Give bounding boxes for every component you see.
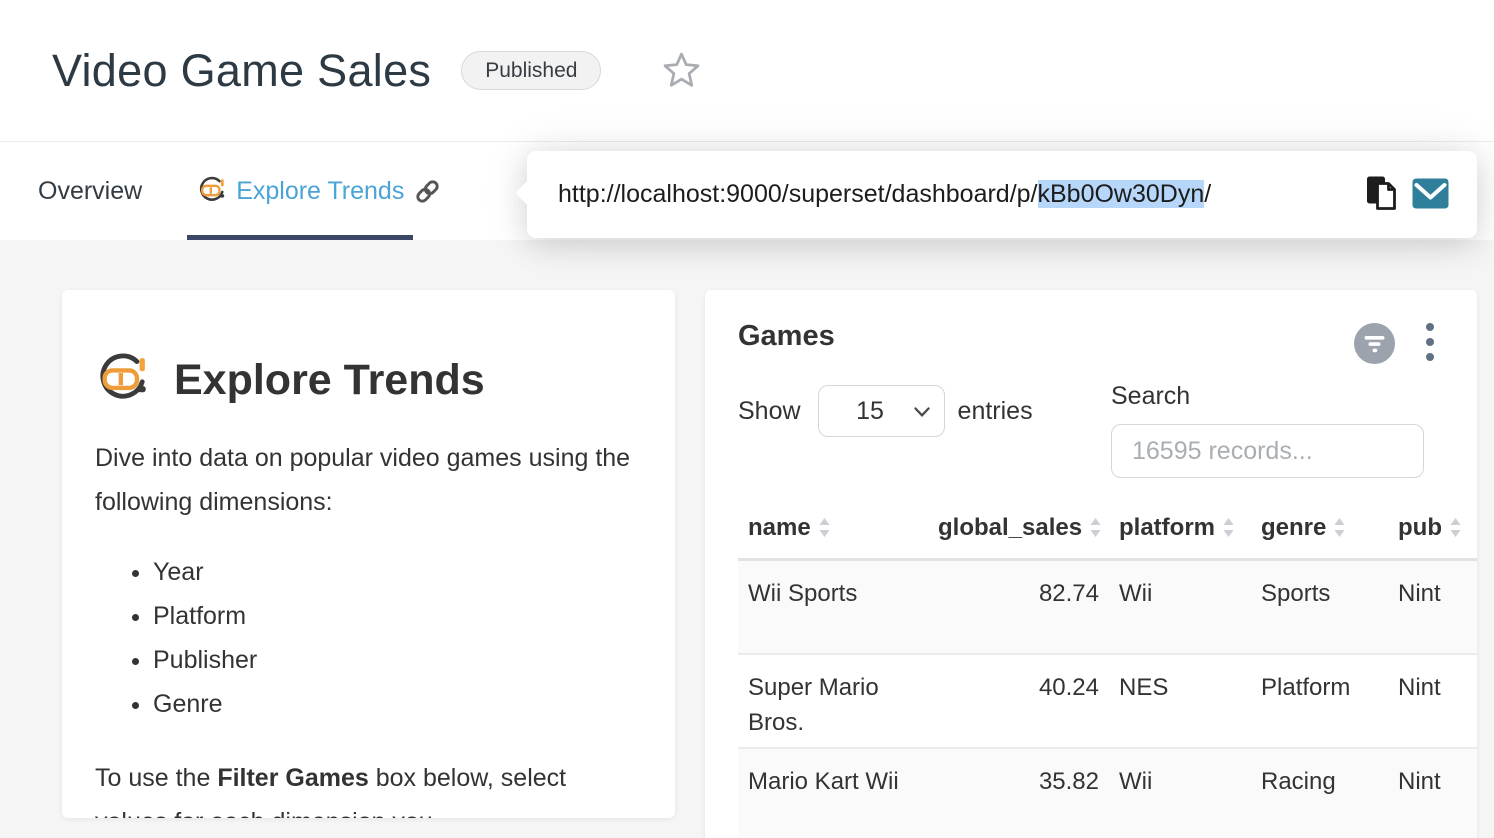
table-cell: Nint — [1388, 560, 1477, 655]
app-header: Video Game Sales Published — [0, 0, 1494, 141]
entries-label: entries — [958, 397, 1033, 426]
explore-card-intro: Dive into data on popular video games us… — [95, 436, 639, 524]
funnel-icon — [1354, 322, 1395, 366]
dimension-item: Platform — [153, 594, 639, 638]
sort-arrows-icon — [819, 518, 830, 537]
status-badge[interactable]: Published — [461, 51, 601, 90]
email-icon — [1412, 178, 1449, 212]
more-options-button[interactable] — [1417, 320, 1443, 368]
table-cell: NES — [1109, 654, 1251, 748]
star-outline-icon — [663, 51, 700, 91]
table-cell: Wii — [1109, 560, 1251, 655]
dimension-item: Genre — [153, 682, 639, 726]
table-row: Wii Sports82.74WiiSportsNint — [738, 560, 1477, 655]
table-row: Mario Kart Wii35.82WiiRacingNint — [738, 748, 1477, 838]
table-cell: Sports — [1251, 560, 1388, 655]
table-cell: 40.24 — [928, 654, 1109, 748]
table-cell: Racing — [1251, 748, 1388, 838]
table-cell: Nint — [1388, 654, 1477, 748]
search-input[interactable] — [1111, 424, 1424, 478]
table-header-row: nameglobal_salesplatformgenrepub — [738, 502, 1477, 560]
table-body: Wii Sports82.74WiiSportsNintSuper Mario … — [738, 560, 1477, 838]
page-title: Video Game Sales — [52, 45, 431, 97]
table-cell: Wii — [1109, 748, 1251, 838]
diving-mask-icon — [197, 176, 227, 206]
sort-arrows-icon — [1223, 518, 1234, 537]
url-selected-text: kBb0Ow30Dyn — [1038, 180, 1205, 208]
table-cell: Mario Kart Wii — [738, 748, 928, 838]
dashboard-url[interactable]: http://localhost:9000/superset/dashboard… — [558, 180, 1211, 209]
column-header-pub[interactable]: pub — [1388, 502, 1477, 560]
email-share-button[interactable] — [1412, 178, 1449, 212]
copy-icon — [1365, 175, 1397, 214]
table-cell: 82.74 — [928, 560, 1109, 655]
page-size-value: 15 — [819, 397, 922, 426]
explore-card-heading: Explore Trends — [95, 352, 639, 408]
table-row: Super Mario Bros.40.24NESPlatformNint — [738, 654, 1477, 748]
chevron-down-icon — [914, 407, 930, 417]
dimension-item: Publisher — [153, 638, 639, 682]
dimension-list: YearPlatformPublisherGenre — [95, 550, 639, 726]
dashboard-screen: Video Game Sales Published Overview — [0, 0, 1494, 838]
diving-mask-icon — [95, 352, 151, 408]
column-header-name[interactable]: name — [738, 502, 928, 560]
sort-arrows-icon — [1450, 518, 1461, 537]
table-cell: 35.82 — [928, 748, 1109, 838]
page-size-control: Show 15 entries — [738, 385, 1033, 437]
kebab-menu-icon — [1425, 320, 1435, 369]
games-table-card: Games — [705, 290, 1477, 838]
share-url-popover: http://localhost:9000/superset/dashboard… — [527, 151, 1477, 238]
tab-overview[interactable]: Overview — [38, 142, 142, 240]
dimension-item: Year — [153, 550, 639, 594]
table-cell: Nint — [1388, 748, 1477, 838]
games-table: nameglobal_salesplatformgenrepub Wii Spo… — [738, 502, 1477, 838]
instructions-text: To use the — [95, 764, 217, 792]
url-suffix: / — [1204, 180, 1211, 208]
page-size-select[interactable]: 15 — [818, 385, 945, 437]
column-header-genre[interactable]: genre — [1251, 502, 1388, 560]
copy-url-button[interactable] — [1365, 175, 1397, 214]
column-header-global_sales[interactable]: global_sales — [928, 502, 1109, 560]
tab-explore-trends[interactable]: Explore Trends — [197, 142, 441, 240]
table-cell: Wii Sports — [738, 560, 928, 655]
sort-arrows-icon — [1090, 518, 1101, 537]
table-cell: Platform — [1251, 654, 1388, 748]
table-cell: Super Mario Bros. — [738, 654, 928, 748]
tab-label: Overview — [38, 177, 142, 206]
show-label: Show — [738, 397, 801, 426]
instructions-bold: Filter Games — [217, 764, 368, 792]
url-prefix: http://localhost:9000/superset/dashboard… — [558, 180, 1038, 208]
games-card-title: Games — [738, 320, 835, 353]
explore-trends-card: Explore Trends Dive into data on popular… — [62, 290, 675, 818]
filter-instructions: To use the Filter Games box below, selec… — [95, 756, 575, 818]
tab-label: Explore Trends — [236, 177, 404, 206]
explore-card-title: Explore Trends — [174, 356, 485, 405]
column-header-platform[interactable]: platform — [1109, 502, 1251, 560]
table-search: Search — [1111, 382, 1424, 478]
search-label: Search — [1111, 382, 1424, 411]
applied-filters-badge[interactable] — [1354, 323, 1395, 364]
sort-arrows-icon — [1334, 518, 1345, 537]
favorite-button[interactable] — [663, 51, 700, 91]
link-icon[interactable] — [414, 178, 441, 205]
